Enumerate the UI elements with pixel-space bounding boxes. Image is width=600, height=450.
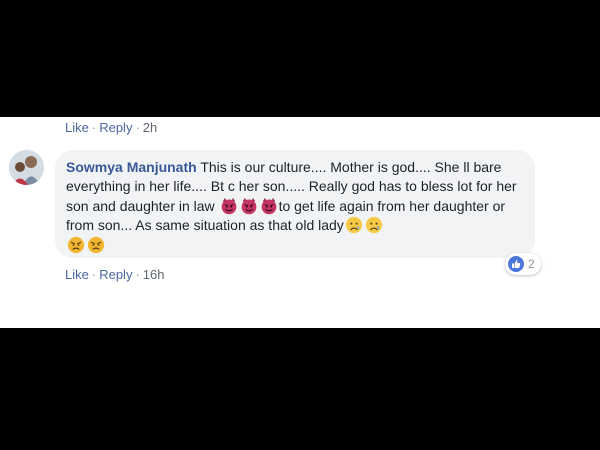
like-link[interactable]: Like: [65, 267, 89, 282]
reply-link[interactable]: Reply: [99, 267, 132, 282]
separator: ·: [135, 120, 140, 135]
comment-timestamp[interactable]: 2h: [143, 120, 157, 135]
devil-face-icon: [260, 197, 278, 215]
comment-author[interactable]: Sowmya Manjunath: [66, 159, 197, 175]
reply-link[interactable]: Reply: [99, 120, 132, 135]
sad-tear-face-icon: [365, 216, 383, 234]
angry-face-icon: [87, 236, 105, 254]
comment-timestamp[interactable]: 16h: [143, 267, 165, 282]
comment-body: Sowmya Manjunath This is our culture....…: [66, 158, 534, 255]
comment-panel: Like · Reply · 2h Sowmya Manjunath This is o…: [0, 117, 600, 328]
reaction-count-badge[interactable]: 2: [505, 253, 541, 275]
separator: ·: [91, 267, 97, 282]
separator: ·: [91, 120, 97, 135]
like-reaction-icon: [508, 256, 524, 272]
devil-face-icon: [240, 197, 258, 215]
like-link[interactable]: Like: [65, 120, 89, 135]
angry-face-icon: [67, 236, 85, 254]
comment-actions: Like · Reply · 16h: [65, 267, 165, 282]
previous-comment-actions: Like · Reply · 2h: [65, 120, 157, 135]
devil-face-icon: [220, 197, 238, 215]
comment-bubble: Sowmya Manjunath This is our culture....…: [55, 150, 535, 258]
sad-tear-face-icon: [345, 216, 363, 234]
avatar[interactable]: [9, 150, 44, 185]
separator: ·: [135, 267, 140, 282]
avatar-photo: [9, 150, 44, 185]
reaction-count: 2: [528, 257, 535, 271]
